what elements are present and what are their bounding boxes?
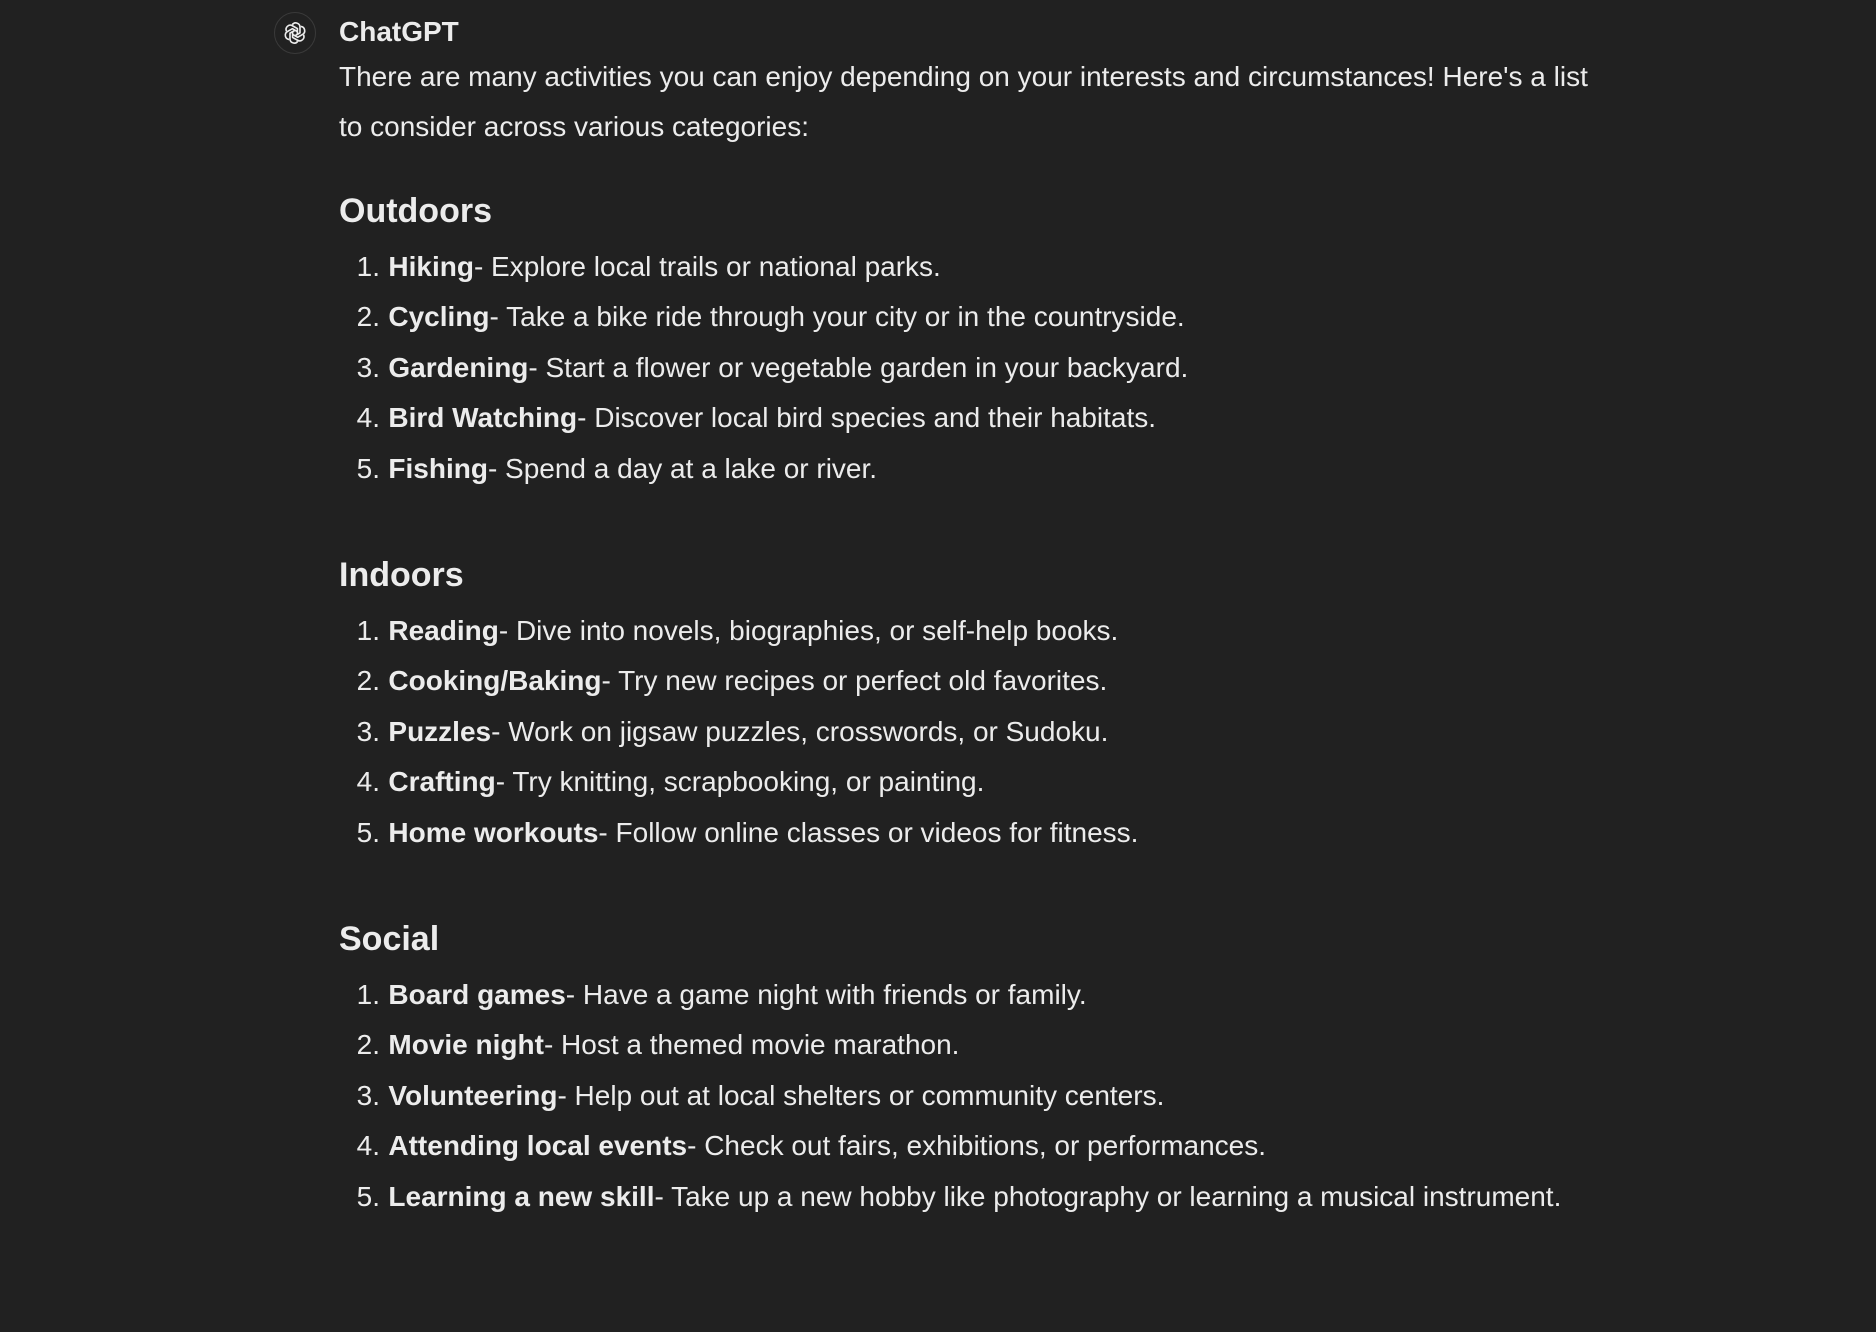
- item-term: Home workouts: [388, 816, 599, 848]
- list-number: 5.: [356, 1180, 380, 1212]
- item-description: - Start a flower or vegetable garden in …: [528, 351, 1189, 383]
- list-number: 2.: [356, 301, 380, 333]
- list-item: 1. Board games - Have a game night with f…: [339, 970, 1594, 1020]
- list-item: 3. Puzzles - Work on jigsaw puzzles, cros…: [339, 707, 1594, 757]
- item-term: Learning a new skill: [388, 1180, 655, 1212]
- item-description: - Dive into novels, biographies, or self…: [498, 615, 1119, 647]
- item-term: Reading: [388, 615, 499, 647]
- item-description: - Try new recipes or perfect old favorit…: [601, 665, 1108, 697]
- item-description: - Take up a new hobby like photography o…: [654, 1180, 1562, 1212]
- item-term: Bird Watching: [388, 402, 578, 434]
- list-item: 3. Gardening - Start a flower or vegetabl…: [339, 343, 1594, 393]
- item-term: Fishing: [388, 452, 488, 484]
- list-number: 3.: [356, 715, 380, 747]
- item-description: - Check out fairs, exhibitions, or perfo…: [687, 1130, 1267, 1162]
- list-number: 1.: [356, 251, 380, 282]
- list-item: 5. Learning a new skill - Take up a new h…: [339, 1172, 1594, 1222]
- list-item: 1. Reading - Dive into novels, biographie…: [339, 606, 1594, 656]
- list-item: 2. Cooking/Baking - Try new recipes or pe…: [339, 656, 1594, 706]
- assistant-avatar: [274, 12, 316, 54]
- item-term: Gardening: [388, 351, 529, 383]
- item-description: - Spend a day at a lake or river.: [487, 452, 878, 484]
- section-heading-social: Social: [339, 920, 440, 959]
- item-term: Cycling: [388, 301, 490, 333]
- list-item: 5. Fishing - Spend a day at a lake or riv…: [339, 444, 1594, 494]
- list-outdoors: 1. Hiking - Explore local trails or natio…: [339, 242, 1594, 494]
- message-author: ChatGPT: [339, 16, 459, 47]
- intro-paragraph: There are many activities you can enjoy …: [339, 61, 1588, 142]
- list-number: 5.: [356, 452, 380, 484]
- item-term: Cooking/Baking: [388, 665, 602, 697]
- section-heading-outdoors: Outdoors: [339, 192, 492, 230]
- list-item: 2. Movie night - Host a themed movie mara…: [339, 1020, 1594, 1070]
- list-item: 3. Volunteering - Help out at local shelt…: [339, 1071, 1594, 1121]
- item-term: Movie night: [388, 1029, 544, 1061]
- list-number: 2.: [356, 665, 380, 697]
- list-number: 4.: [356, 766, 380, 798]
- item-description: - Explore local trails or national parks…: [473, 251, 941, 282]
- item-description: - Work on jigsaw puzzles, crosswords, or…: [491, 715, 1109, 747]
- item-description: - Have a game night with friends or fami…: [565, 979, 1087, 1011]
- list-number: 3.: [356, 1079, 380, 1111]
- list-number: 1.: [356, 979, 380, 1011]
- list-item: 4. Attending local events - Check out fai…: [339, 1121, 1594, 1171]
- item-description: - Take a bike ride through your city or …: [489, 301, 1185, 333]
- item-term: Hiking: [388, 251, 474, 282]
- list-number: 4.: [356, 402, 380, 434]
- list-item: 4. Crafting - Try knitting, scrapbooking,…: [339, 757, 1594, 807]
- item-description: - Host a themed movie marathon.: [543, 1029, 960, 1061]
- list-number: 5.: [356, 816, 380, 848]
- list-item: 5. Home workouts - Follow online classes …: [339, 808, 1594, 858]
- item-term: Volunteering: [388, 1079, 558, 1111]
- item-term: Crafting: [388, 766, 496, 798]
- list-number: 4.: [356, 1130, 380, 1162]
- list-indoors: 1. Reading - Dive into novels, biographie…: [339, 606, 1594, 858]
- item-description: - Discover local bird species and their …: [577, 402, 1157, 434]
- item-description: - Follow online classes or videos for fi…: [598, 816, 1139, 848]
- list-item: 2. Cycling - Take a bike ride through you…: [339, 292, 1594, 342]
- message-content: ChatGPT There are many activities you ca…: [339, 12, 1594, 1222]
- list-item: 1. Hiking - Explore local trails or natio…: [339, 242, 1594, 292]
- item-term: Attending local events: [388, 1130, 688, 1162]
- section-heading-indoors: Indoors: [339, 556, 464, 595]
- list-number: 1.: [356, 615, 380, 647]
- list-number: 2.: [356, 1029, 380, 1061]
- list-item: 4. Bird Watching - Discover local bird sp…: [339, 393, 1594, 443]
- item-term: Board games: [388, 979, 566, 1011]
- item-term: Puzzles: [388, 715, 492, 747]
- item-description: - Try knitting, scrapbooking, or paintin…: [495, 766, 985, 798]
- item-description: - Help out at local shelters or communit…: [557, 1079, 1165, 1111]
- list-social: 1. Board games - Have a game night with f…: [339, 970, 1594, 1222]
- openai-logo-icon: [284, 22, 306, 44]
- list-number: 3.: [356, 351, 380, 383]
